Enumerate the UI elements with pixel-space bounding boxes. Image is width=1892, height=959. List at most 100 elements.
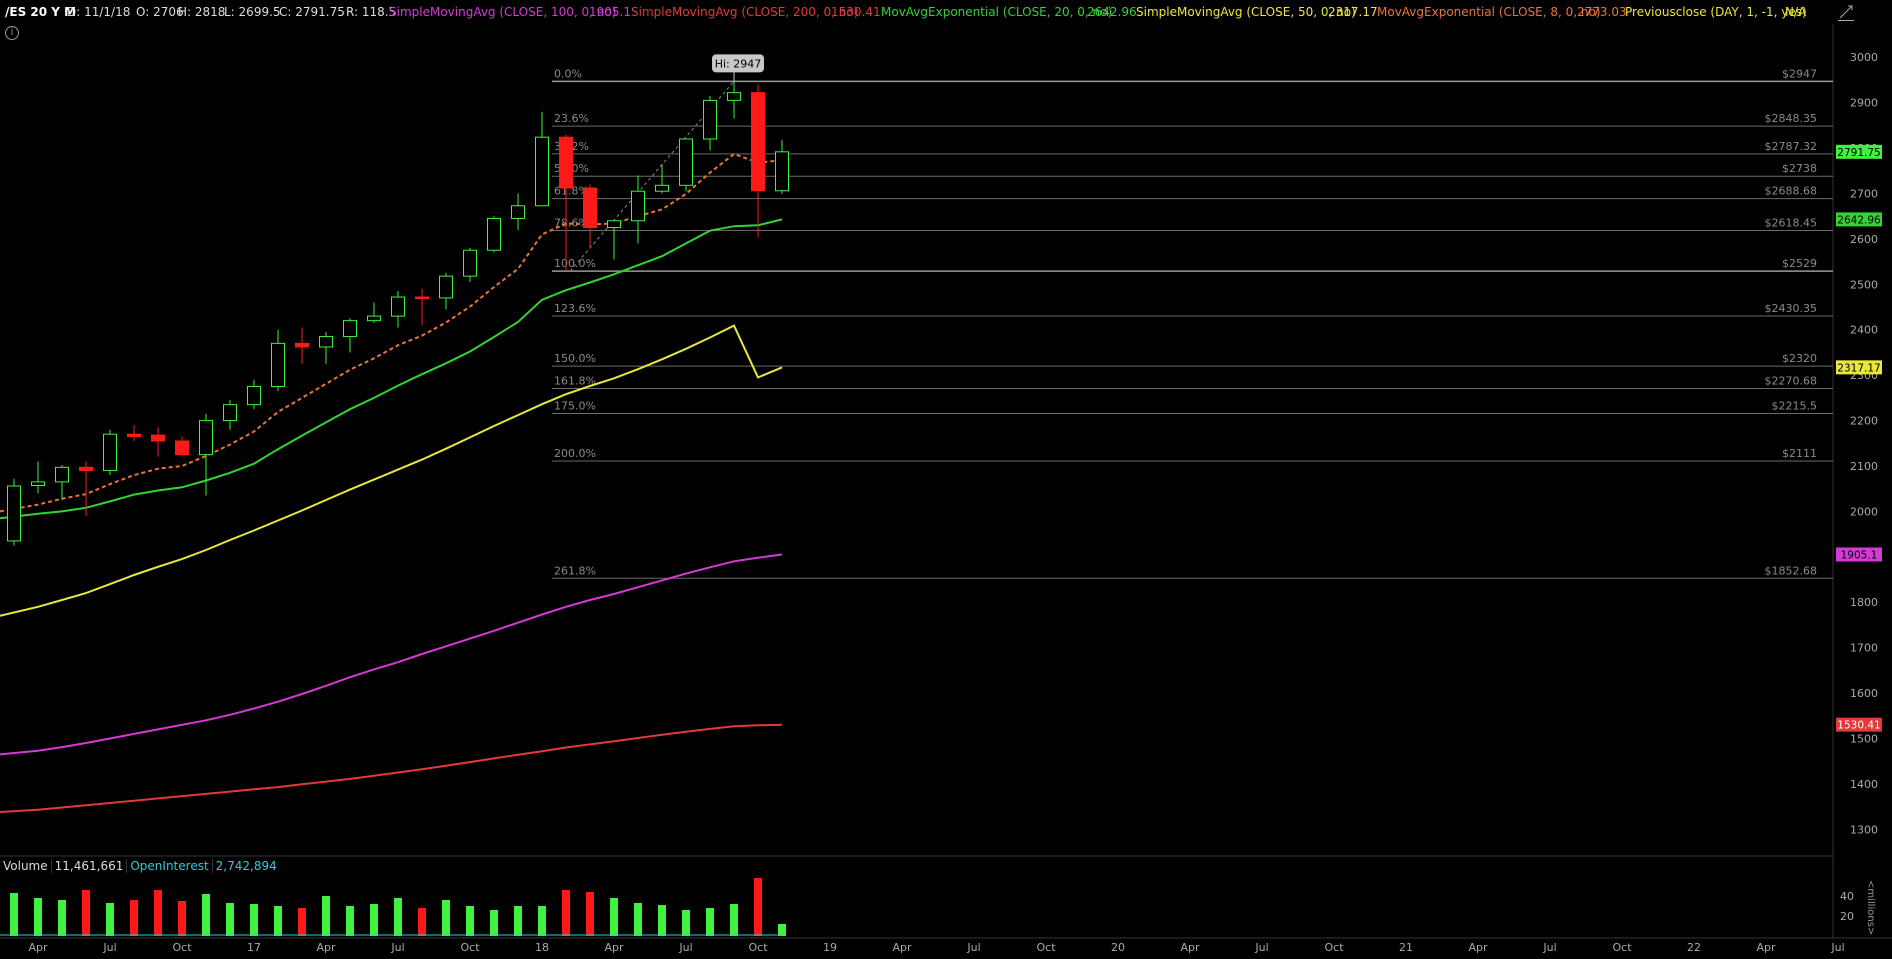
candle-body[interactable]	[343, 320, 357, 338]
volume-bar[interactable]	[586, 892, 594, 936]
volume-bar[interactable]	[394, 898, 402, 936]
candle-body[interactable]	[775, 151, 789, 192]
candle-body[interactable]	[727, 92, 741, 101]
moving-average-line[interactable]	[0, 152, 783, 513]
time-tick-label: Apr	[28, 941, 48, 954]
fib-level-price: $2738	[1782, 162, 1817, 175]
candle-body[interactable]	[223, 404, 237, 422]
fib-level-percent: 150.0%	[554, 352, 596, 365]
volume-bar[interactable]	[514, 906, 522, 936]
volume-bar[interactable]	[442, 900, 450, 936]
volume-bar[interactable]	[322, 896, 330, 936]
candle-body[interactable]	[703, 99, 717, 140]
time-tick-label: Jul	[1254, 941, 1268, 954]
volume-bar[interactable]	[250, 904, 258, 936]
candle-body[interactable]	[247, 386, 261, 406]
open-interest-value: 2,742,894	[211, 859, 280, 873]
volume-bar[interactable]	[10, 893, 18, 936]
fib-level-price: $2215.5	[1772, 400, 1818, 413]
volume-bar[interactable]	[634, 903, 642, 936]
candle-body[interactable]	[535, 136, 549, 207]
volume-bar[interactable]	[418, 908, 426, 936]
fib-level-percent: 261.8%	[554, 564, 596, 577]
candle-body[interactable]	[55, 466, 69, 483]
volume-bar[interactable]	[106, 903, 114, 936]
volume-bar[interactable]	[778, 924, 786, 936]
candle-body[interactable]	[127, 433, 141, 437]
volume-bar[interactable]	[34, 898, 42, 936]
candle-body[interactable]	[439, 275, 453, 299]
fib-level-price: $2787.32	[1765, 140, 1818, 153]
candles-layer	[7, 81, 789, 546]
candle-body[interactable]	[679, 138, 693, 186]
volume-bar[interactable]	[754, 878, 762, 936]
price-tick-label: 1500	[1850, 732, 1878, 745]
candle-body[interactable]	[415, 296, 429, 300]
candle-body[interactable]	[559, 136, 573, 189]
candle-body[interactable]	[151, 434, 165, 442]
volume-bar[interactable]	[298, 908, 306, 936]
candle-body[interactable]	[199, 420, 213, 456]
candle-body[interactable]	[487, 217, 501, 251]
time-tick-label: Apr	[1756, 941, 1776, 954]
volume-bar[interactable]	[202, 894, 210, 936]
fib-level-price: $2688.68	[1765, 185, 1818, 198]
candle-body[interactable]	[7, 485, 21, 542]
moving-average-line[interactable]	[0, 324, 783, 617]
volume-bar[interactable]	[730, 904, 738, 936]
candle-body[interactable]	[607, 220, 621, 229]
price-tick-label: 3000	[1850, 51, 1878, 64]
volume-bar[interactable]	[274, 906, 282, 936]
volume-bar[interactable]	[82, 890, 90, 936]
candle-body[interactable]	[103, 433, 117, 472]
candle-body[interactable]	[391, 296, 405, 317]
volume-bar[interactable]	[658, 905, 666, 936]
fib-level-price: $2618.45	[1765, 217, 1818, 230]
fib-level-percent: 200.0%	[554, 447, 596, 460]
time-tick-label: 18	[535, 941, 549, 954]
time-tick-label: 19	[823, 941, 837, 954]
price-chart[interactable]: 0.0%$294723.6%$2848.3538.2%$2787.3250.0%…	[0, 0, 1892, 959]
volume-bar[interactable]	[610, 898, 618, 936]
time-tick-label: Apr	[604, 941, 624, 954]
volume-bar[interactable]	[346, 906, 354, 936]
volume-bar[interactable]	[130, 900, 138, 936]
candle-body[interactable]	[631, 190, 645, 222]
volume-bar[interactable]	[178, 901, 186, 936]
candle-body[interactable]	[583, 187, 597, 229]
volume-bar[interactable]	[490, 910, 498, 936]
volume-bar[interactable]	[562, 890, 570, 936]
time-tick-label: Jul	[966, 941, 980, 954]
candle-body[interactable]	[655, 184, 669, 192]
fib-level-percent: 175.0%	[554, 400, 596, 413]
volume-bar[interactable]	[466, 906, 474, 936]
volume-bar[interactable]	[538, 906, 546, 936]
candle-body[interactable]	[271, 342, 285, 388]
candle-body[interactable]	[463, 249, 477, 277]
candle-body[interactable]	[751, 92, 765, 192]
volume-bar[interactable]	[682, 910, 690, 936]
volume-bar[interactable]	[706, 908, 714, 936]
volume-bar[interactable]	[370, 904, 378, 936]
candle-body[interactable]	[175, 440, 189, 456]
time-tick-label: Oct	[748, 941, 768, 954]
price-tick-label: 2200	[1850, 415, 1878, 428]
open-interest-label[interactable]: OpenInterest	[126, 859, 212, 873]
candle-body[interactable]	[319, 336, 333, 348]
time-tick-label: Jul	[390, 941, 404, 954]
fib-level-price: $2529	[1782, 257, 1817, 270]
price-tick-label: 2700	[1850, 187, 1878, 200]
volume-bar[interactable]	[226, 903, 234, 936]
moving-average-line[interactable]	[0, 553, 783, 756]
price-tick-label: 2500	[1850, 278, 1878, 291]
candle-body[interactable]	[79, 466, 93, 472]
candle-body[interactable]	[511, 205, 525, 219]
volume-bar[interactable]	[58, 900, 66, 936]
candle-body[interactable]	[367, 315, 381, 322]
fib-level-percent: 100.0%	[554, 257, 596, 270]
volume-label[interactable]: Volume	[0, 859, 51, 873]
candle-body[interactable]	[31, 481, 45, 487]
fib-level-price: $2947	[1782, 67, 1817, 80]
volume-bar[interactable]	[154, 890, 162, 936]
candle-body[interactable]	[295, 342, 309, 348]
